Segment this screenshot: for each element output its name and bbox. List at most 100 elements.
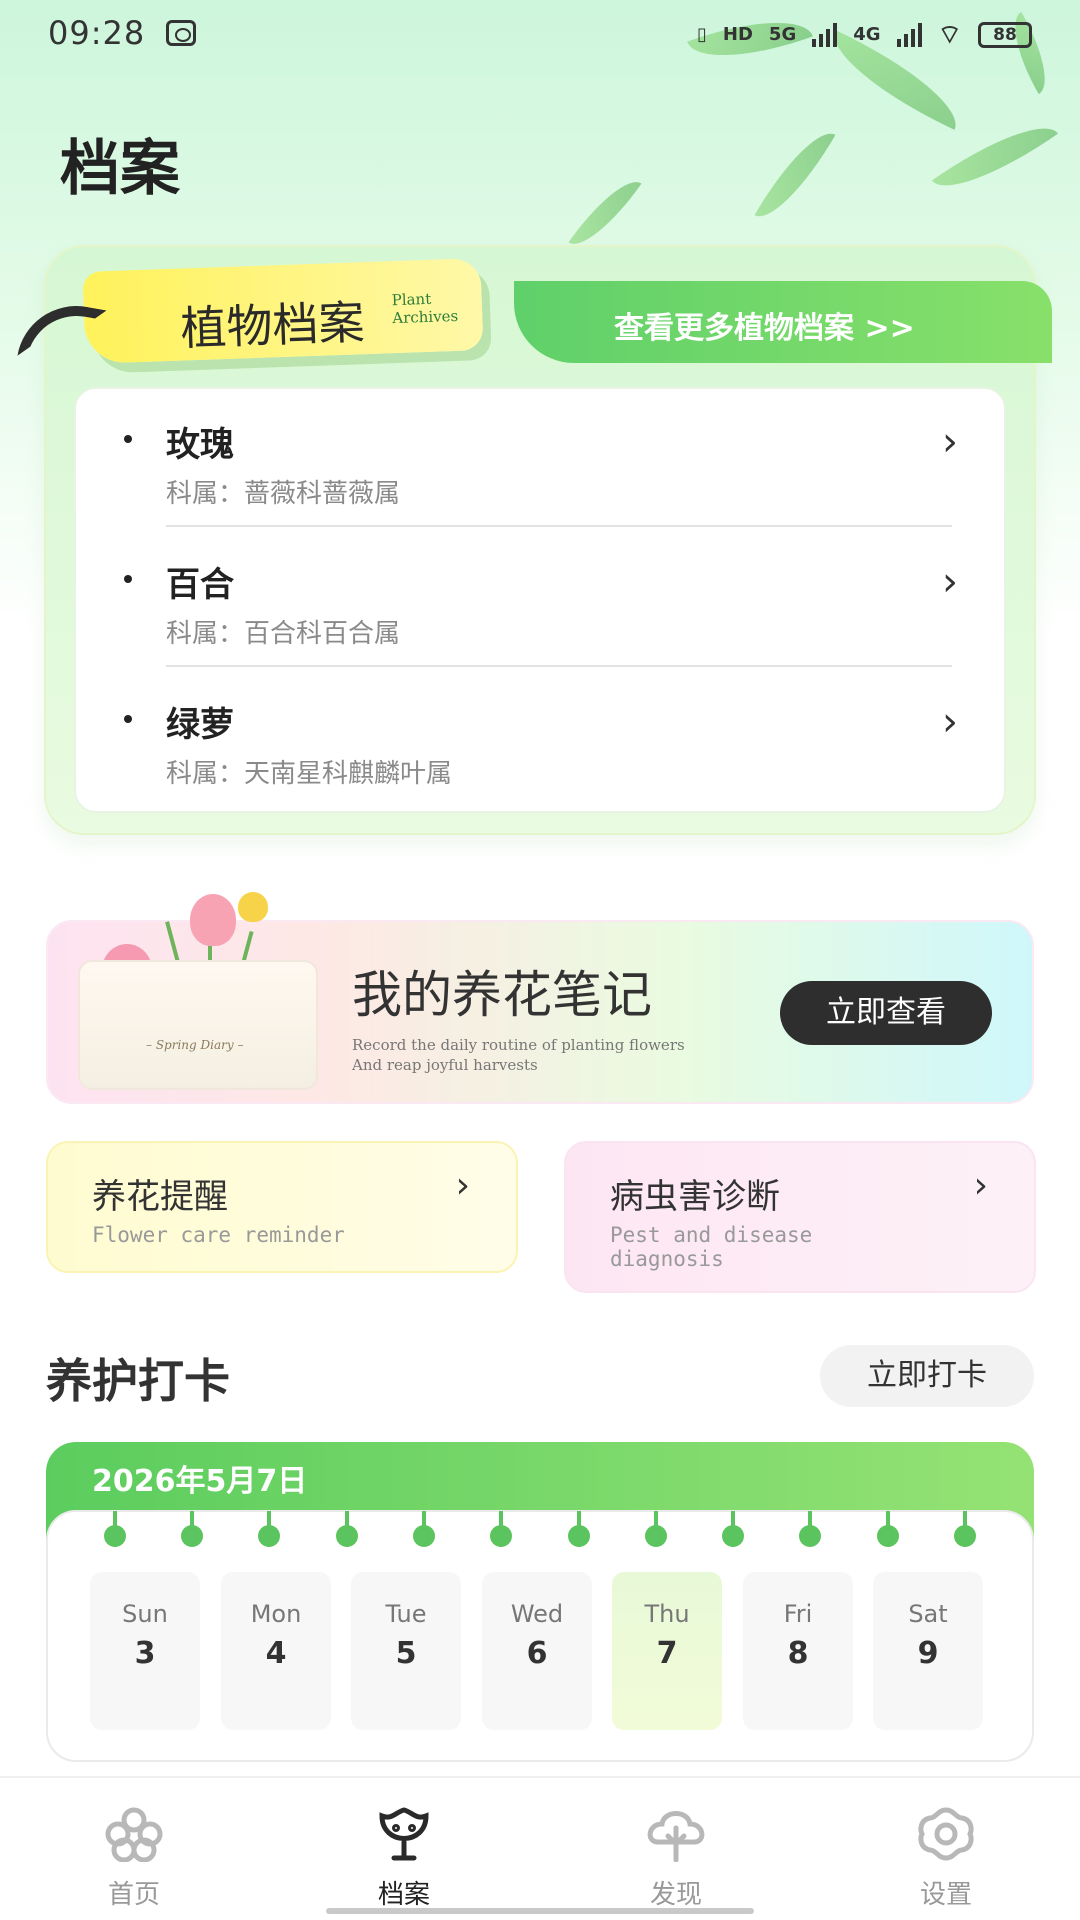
tag-en-line1: Plant: [391, 289, 432, 310]
plant-name: 绿萝: [166, 705, 234, 745]
chevron-right-icon: ›: [455, 1165, 470, 1206]
day-weekday: Sat: [908, 1600, 948, 1628]
binder-ring: [799, 1511, 821, 1547]
battery-icon: 88: [978, 21, 1032, 48]
day-cell[interactable]: Sat 9: [873, 1572, 983, 1730]
checkin-button[interactable]: 立即打卡: [820, 1345, 1034, 1407]
nav-label: 首页: [107, 1880, 160, 1910]
network-4g-label: 4G: [853, 24, 881, 45]
envelope: [78, 960, 318, 1090]
binder-ring: [258, 1511, 280, 1547]
binder-ring: [568, 1511, 590, 1547]
day-cell-selected[interactable]: Thu 7: [612, 1572, 722, 1730]
binder-ring: [104, 1511, 126, 1547]
plant-family: 科属：天南星科麒麟叶属: [166, 759, 453, 789]
day-number: 3: [134, 1636, 156, 1671]
day-weekday: Sun: [122, 1600, 168, 1628]
notes-subtitle-line2: And reap joyful harvests: [352, 1056, 538, 1074]
bottom-nav: 首页 档案 发现 设置: [0, 1776, 1080, 1920]
binder-ring: [645, 1511, 667, 1547]
day-cell[interactable]: Mon 4: [221, 1572, 331, 1730]
chevron-right-icon: ›: [973, 1165, 988, 1206]
day-number: 5: [395, 1636, 417, 1671]
plant-family: 科属：百合科百合属: [166, 619, 401, 649]
day-weekday: Tue: [385, 1600, 427, 1628]
day-number: 8: [787, 1636, 809, 1671]
chevron-right-icon: ›: [942, 419, 958, 465]
nav-home[interactable]: 首页: [34, 1778, 234, 1920]
day-cell[interactable]: Wed 6: [482, 1572, 592, 1730]
tree-icon: [647, 1811, 705, 1862]
day-number: 6: [526, 1636, 548, 1671]
binder-ring: [181, 1511, 203, 1547]
binder-ring: [954, 1511, 976, 1547]
day-weekday: Fri: [783, 1600, 813, 1628]
pest-diagnosis-card[interactable]: 病虫害诊断 Pest and disease diagnosis ›: [564, 1141, 1036, 1293]
network-5g-label: 5G: [768, 24, 797, 45]
settings-flower-icon: [918, 1807, 974, 1861]
plant-archives-en-title: Plant Archives: [391, 289, 458, 327]
envelope-label: – Spring Diary –: [146, 1038, 244, 1052]
tag-en-line2: Archives: [392, 306, 459, 328]
plant-family: 科属：蔷薇科蔷薇属: [166, 479, 401, 509]
chevron-right-icon: ›: [942, 559, 958, 605]
divider: [166, 665, 952, 667]
binder-ring: [722, 1511, 744, 1547]
plant-archives-card: 查看更多植物档案 >> 植物档案 Plant Archives 玫瑰 科属：蔷薇…: [17, 245, 1052, 835]
divider: [166, 525, 952, 527]
binder-ring: [877, 1511, 899, 1547]
notes-title: 我的养花笔记: [352, 966, 652, 1024]
day-weekday: Wed: [510, 1600, 564, 1628]
plant-list: 玫瑰 科属：蔷薇科蔷薇属 › 百合 科属：百合科百合属 › 绿萝 科属：天南星科…: [74, 387, 1006, 813]
home-indicator[interactable]: [326, 1908, 754, 1914]
bouquet-illustration: – Spring Diary –: [78, 880, 318, 1090]
status-bar: 09:28 ▯ HD 5G 4G ⌔ 88: [0, 0, 1080, 70]
day-weekday: Thu: [644, 1600, 690, 1628]
plant-list-item[interactable]: 百合 科属：百合科百合属 ›: [76, 529, 1008, 667]
day-cell[interactable]: Fri 8: [743, 1572, 853, 1730]
plant-face-icon: [379, 1807, 429, 1861]
nav-label: 档案: [377, 1880, 430, 1910]
nav-discover[interactable]: 发现: [576, 1778, 776, 1920]
checkin-calendar: 2026年5月7日 Sun 3 Mon 4 Tue 5 Wed 6 Thu 7 …: [46, 1442, 1034, 1762]
bullet: [124, 715, 132, 723]
day-cell[interactable]: Tue 5: [351, 1572, 461, 1730]
sim-icon: [166, 20, 196, 46]
plant-name: 玫瑰: [166, 425, 234, 465]
view-more-archives-link[interactable]: 查看更多植物档案 >>: [614, 303, 915, 347]
bullet: [124, 575, 132, 583]
status-icons: ▯ HD 5G 4G ⌔ 88: [697, 18, 1032, 51]
plant-name: 百合: [166, 565, 234, 605]
day-weekday: Mon: [250, 1600, 302, 1628]
card-subtitle: Pest and disease diagnosis: [610, 1223, 813, 1271]
page-title: 档案: [60, 134, 180, 204]
plant-archives-tag: 植物档案 Plant Archives: [82, 258, 484, 364]
bullet: [124, 435, 132, 443]
notes-subtitle-line1: Record the daily routine of planting flo…: [352, 1036, 685, 1054]
plant-list-item[interactable]: 玫瑰 科属：蔷薇科蔷薇属 ›: [76, 389, 1008, 527]
nav-label: 设置: [919, 1880, 972, 1910]
nav-settings[interactable]: 设置: [846, 1778, 1046, 1920]
binder-ring: [336, 1511, 358, 1547]
nav-archives[interactable]: 档案: [304, 1778, 504, 1920]
status-time: 09:28: [48, 14, 146, 52]
plant-list-item[interactable]: 绿萝 科属：天南星科麒麟叶属 ›: [76, 669, 1008, 807]
card-subtitle: Flower care reminder: [92, 1223, 345, 1247]
care-checkin-title: 养护打卡: [46, 1354, 230, 1408]
chevron-right-icon: ›: [942, 699, 958, 745]
day-cell[interactable]: Sun 3: [90, 1572, 200, 1730]
signal-icon: [896, 22, 922, 47]
plant-archives-title: 植物档案: [179, 295, 366, 356]
flower-care-reminder-card[interactable]: 养花提醒 Flower care reminder ›: [46, 1141, 518, 1273]
binder-ring: [413, 1511, 435, 1547]
day-number: 9: [917, 1636, 939, 1671]
day-number: 7: [656, 1636, 678, 1671]
wifi-icon: ⌔: [937, 20, 962, 50]
nav-label: 发现: [649, 1880, 702, 1910]
binder-ring: [490, 1511, 512, 1547]
signal-icon: [812, 22, 838, 47]
card-title: 病虫害诊断: [610, 1177, 780, 1217]
view-notes-button[interactable]: 立即查看: [780, 981, 992, 1045]
vibrate-icon: ▯: [697, 24, 707, 45]
calendar-date: 2026年5月7日: [92, 1464, 308, 1499]
